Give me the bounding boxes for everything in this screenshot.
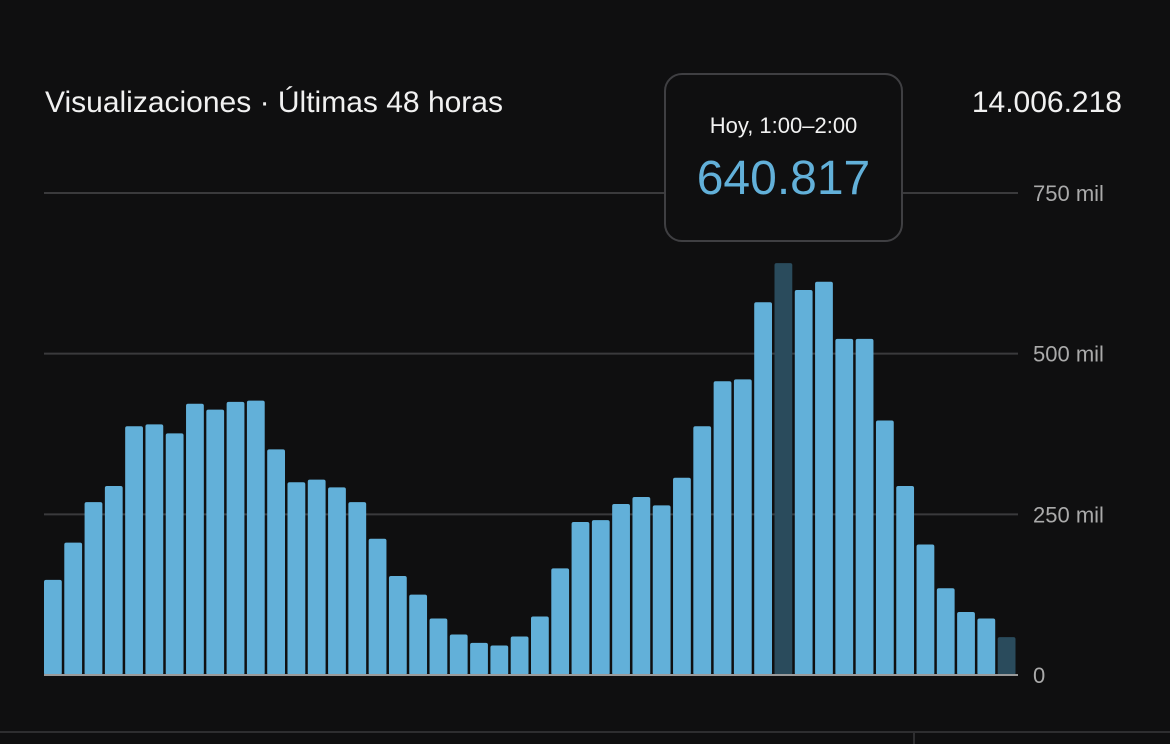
bar-6[interactable] (165, 433, 184, 675)
bar-26[interactable] (571, 522, 590, 675)
bar-36[interactable] (774, 263, 793, 675)
bar-4[interactable] (125, 426, 143, 675)
bar-17[interactable] (388, 576, 407, 675)
bar-30[interactable] (652, 505, 671, 675)
tooltip-time-range: Hoy, 1:00–2:00 (709, 113, 858, 138)
y-tick-label-1: 250 mil (1033, 502, 1104, 527)
bar-13[interactable] (307, 479, 326, 675)
bar-0[interactable] (44, 579, 62, 675)
bar-34[interactable] (733, 379, 752, 675)
bar-24[interactable] (531, 616, 549, 675)
bar-37[interactable] (794, 290, 813, 675)
bar-40[interactable] (855, 338, 874, 675)
bar-35[interactable] (754, 302, 772, 675)
bar-46[interactable] (977, 618, 996, 675)
bar-39[interactable] (835, 338, 854, 675)
bar-11[interactable] (267, 449, 285, 675)
bottom-vertical-divider (913, 731, 915, 744)
bar-18[interactable] (409, 594, 428, 675)
bar-23[interactable] (510, 636, 529, 675)
bar-29[interactable] (632, 496, 651, 675)
y-tick-label-2: 500 mil (1033, 342, 1104, 367)
bottom-divider-line (0, 731, 1170, 733)
tooltip-value: 640.817 (696, 152, 871, 205)
y-tick-label-0: 0 (1033, 663, 1045, 688)
bar-7[interactable] (186, 403, 204, 675)
bar-14[interactable] (328, 487, 346, 675)
bar-8[interactable] (206, 409, 225, 675)
bar-25[interactable] (551, 568, 570, 675)
bar-31[interactable] (673, 477, 691, 675)
bar-45[interactable] (957, 612, 975, 675)
bar-28[interactable] (612, 504, 630, 675)
views-bar-chart: 0 250 mil 500 mil 750 mil (44, 181, 1104, 688)
bar-15[interactable] (348, 502, 367, 675)
bar-38[interactable] (815, 281, 833, 675)
bar-16[interactable] (368, 538, 387, 675)
bar-32[interactable] (693, 426, 712, 675)
bar-27[interactable] (591, 520, 610, 675)
bar-9[interactable] (226, 401, 245, 675)
bar-44[interactable] (936, 588, 955, 675)
bar-21[interactable] (470, 642, 488, 675)
bar-42[interactable] (896, 486, 915, 675)
bar-33[interactable] (713, 381, 732, 675)
bar-22[interactable] (490, 645, 509, 675)
bar-41[interactable] (875, 420, 894, 676)
y-tick-label-3: 750 mil (1033, 181, 1104, 206)
bar-43[interactable] (916, 544, 935, 675)
bar-5[interactable] (145, 424, 164, 675)
bar-2[interactable] (84, 502, 103, 675)
bar-47[interactable] (997, 637, 1016, 675)
bar-1[interactable] (64, 542, 83, 675)
bar-tooltip: Hoy, 1:00–2:00 640.817 (664, 73, 903, 242)
bar-12[interactable] (287, 482, 306, 675)
bar-3[interactable] (104, 486, 123, 675)
bar-20[interactable] (449, 634, 468, 675)
bar-10[interactable] (246, 400, 265, 675)
bar-19[interactable] (429, 618, 448, 675)
